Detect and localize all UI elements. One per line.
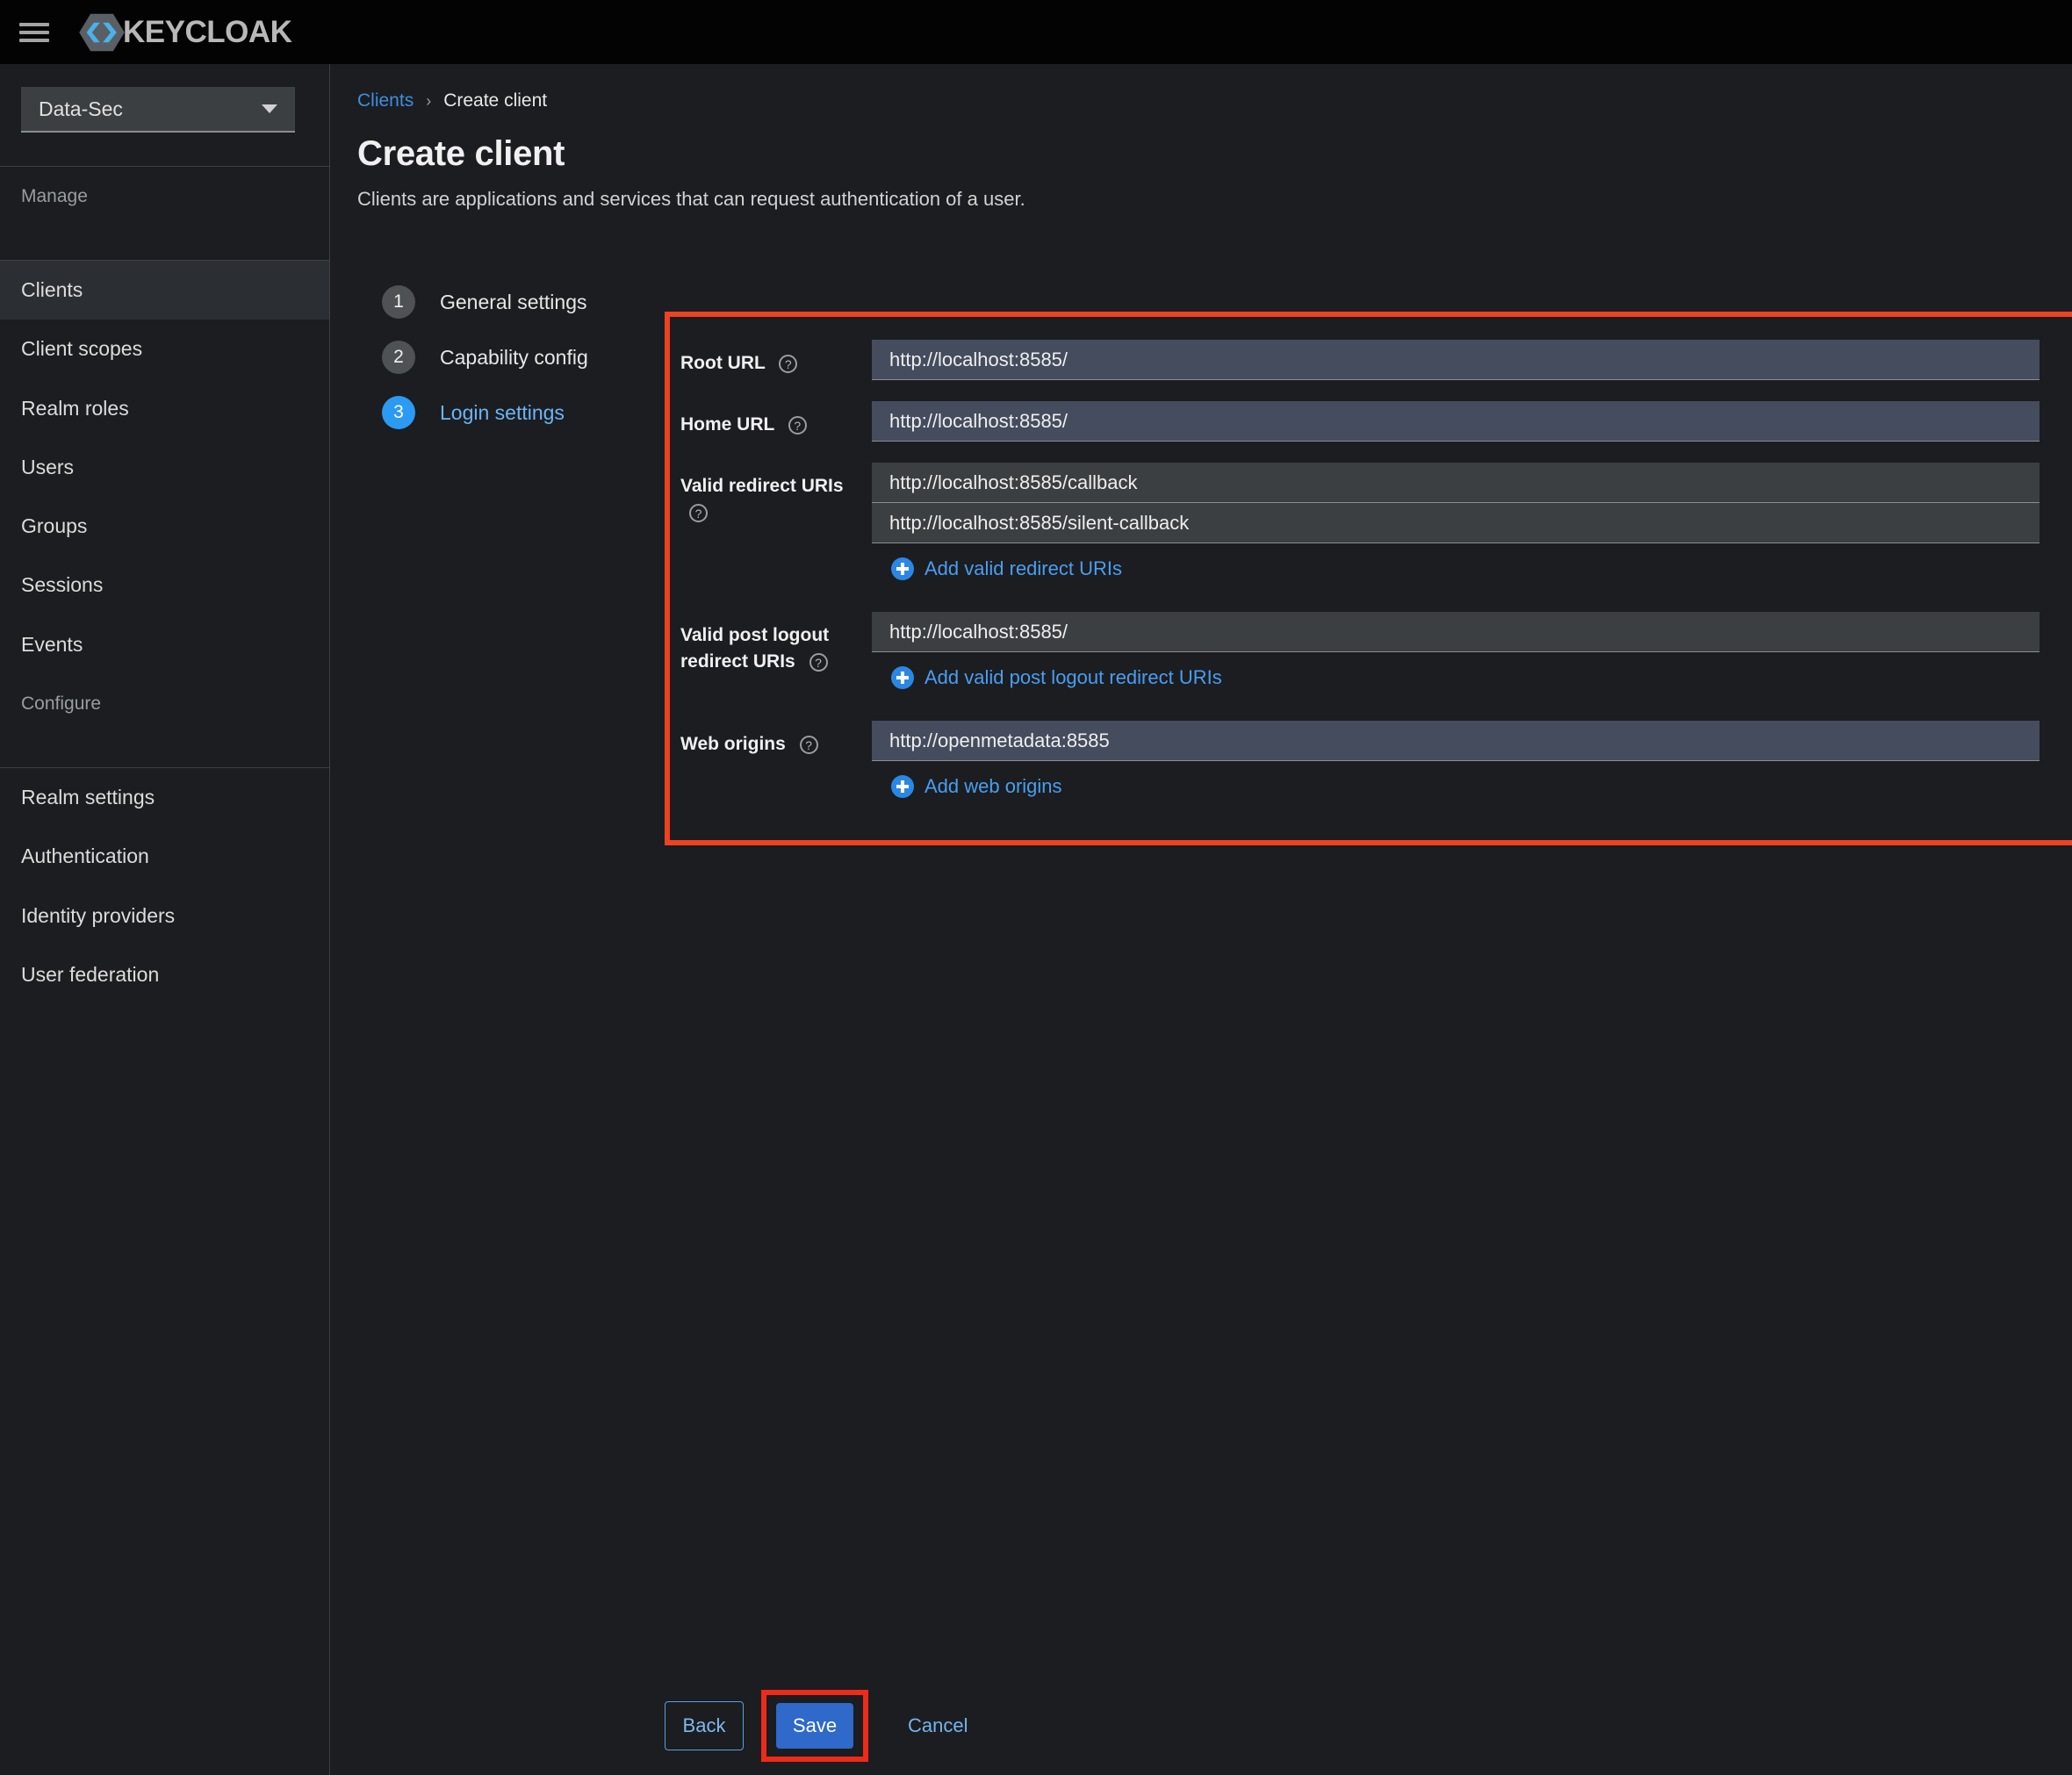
save-button[interactable]: Save — [776, 1703, 853, 1749]
home-url-label: Home URL — [680, 414, 774, 435]
home-url-input[interactable] — [872, 401, 2040, 442]
web-origins-row — [872, 721, 2072, 761]
field-row-valid-post-logout-redirect-uris: Valid post logout redirect URIs ? Add va… — [670, 612, 2072, 689]
login-settings-form: Root URL ? Home URL ? — [670, 317, 2072, 840]
wizard-step-number: 1 — [382, 285, 415, 319]
add-valid-post-logout-redirect-uris-label: Add valid post logout redirect URIs — [924, 666, 1222, 688]
sidebar-item-authentication[interactable]: Authentication — [0, 827, 329, 886]
valid-redirect-uris-label: Valid redirect URIs — [680, 476, 844, 496]
valid-post-logout-redirect-uri-input-0[interactable] — [872, 612, 2040, 652]
sidebar-item-clients[interactable]: Clients — [0, 261, 329, 320]
root-url-label-wrap: Root URL ? — [670, 340, 872, 377]
plus-icon — [891, 557, 914, 580]
valid-post-logout-redirect-uris-label-line1: Valid post logout — [680, 625, 830, 645]
wizard-step-number: 3 — [382, 396, 415, 429]
valid-redirect-uri-input-0[interactable] — [872, 463, 2040, 503]
hamburger-icon[interactable] — [19, 19, 49, 46]
web-origins-input-0[interactable] — [872, 721, 2040, 761]
help-icon-web-origins[interactable]: ? — [799, 735, 818, 754]
page-subtitle: Clients are applications and services th… — [357, 188, 1025, 210]
save-button-annotation-box: Save — [761, 1690, 868, 1762]
home-url-label-wrap: Home URL ? — [670, 401, 872, 438]
back-button[interactable]: Back — [665, 1701, 744, 1750]
field-row-valid-redirect-uris: Valid redirect URIs ? Add valid redirect — [670, 463, 2072, 580]
add-web-origins-label: Add web origins — [924, 775, 1062, 797]
valid-post-logout-redirect-uri-row — [872, 612, 2072, 652]
valid-redirect-uris-label-wrap: Valid redirect URIs ? — [670, 463, 872, 527]
page-title: Create client — [357, 134, 565, 173]
add-web-origins-button[interactable]: Add web origins — [891, 775, 2072, 798]
chevron-down-icon — [262, 104, 277, 113]
field-row-home-url: Home URL ? — [670, 401, 2072, 442]
help-icon-valid-redirect-uris[interactable]: ? — [689, 504, 708, 523]
sidebar-item-user-federation[interactable]: User federation — [0, 945, 329, 1004]
home-url-control — [872, 401, 2072, 442]
breadcrumb: Clients › Create client — [331, 64, 2072, 111]
sidebar-item-events[interactable]: Events — [0, 615, 329, 674]
breadcrumb-link-clients[interactable]: Clients — [357, 90, 414, 111]
help-icon-valid-post-logout-redirect-uris[interactable]: ? — [809, 653, 828, 672]
add-valid-redirect-uris-label: Add valid redirect URIs — [924, 557, 1122, 579]
nav-section-manage-title: Manage — [21, 186, 88, 206]
field-row-root-url: Root URL ? — [670, 340, 2072, 380]
help-icon-home-url[interactable]: ? — [788, 415, 807, 435]
main-content: Clients › Create client Create client Cl… — [331, 64, 2072, 1775]
realm-selector-wrapper: Data-Sec — [0, 64, 329, 133]
wizard-step-number: 2 — [382, 341, 415, 374]
sidebar-item-users[interactable]: Users — [0, 438, 329, 497]
add-valid-post-logout-redirect-uris-button[interactable]: Add valid post logout redirect URIs — [891, 666, 2072, 689]
sidebar-item-client-scopes[interactable]: Client scopes — [0, 320, 329, 378]
web-origins-control: Add web origins — [872, 721, 2072, 798]
login-settings-form-annotation-box: Root URL ? Home URL ? — [665, 312, 2072, 845]
breadcrumb-current: Create client — [443, 90, 548, 111]
nav-section-configure-title: Configure — [21, 693, 102, 715]
valid-post-logout-redirect-uris-control: Add valid post logout redirect URIs — [872, 612, 2072, 689]
valid-post-logout-redirect-uris-label-line2: redirect URIs — [680, 651, 795, 672]
sidebar-item-sessions[interactable]: Sessions — [0, 556, 329, 614]
sidebar-item-realm-roles[interactable]: Realm roles — [0, 379, 329, 438]
valid-redirect-uri-row — [872, 463, 2072, 503]
masthead: KEYCLOAK — [0, 0, 2072, 64]
sidebar-item-groups[interactable]: Groups — [0, 497, 329, 556]
root-url-label: Root URL — [680, 353, 766, 373]
web-origins-label: Web origins — [680, 734, 786, 754]
sidebar-item-identity-providers[interactable]: Identity providers — [0, 887, 329, 945]
wizard-step-label: Login settings — [440, 400, 565, 424]
wizard-step-label: Capability config — [440, 345, 588, 369]
breadcrumb-separator-icon: › — [426, 91, 432, 110]
realm-selector[interactable]: Data-Sec — [21, 87, 295, 133]
form-actions: Back Save Cancel — [665, 1690, 968, 1762]
wizard-step-label: General settings — [440, 290, 587, 313]
help-icon-root-url[interactable]: ? — [779, 354, 798, 373]
plus-icon — [891, 666, 914, 689]
root-url-input[interactable] — [872, 340, 2040, 380]
realm-selected-name: Data-Sec — [39, 97, 123, 120]
valid-post-logout-redirect-uris-label-wrap: Valid post logout redirect URIs ? — [670, 612, 872, 676]
root-url-control — [872, 340, 2072, 380]
brand-logo-link[interactable]: KEYCLOAK — [77, 8, 292, 57]
valid-redirect-uris-control: Add valid redirect URIs — [872, 463, 2072, 580]
web-origins-label-wrap: Web origins ? — [670, 721, 872, 758]
valid-redirect-uri-row — [872, 503, 2072, 543]
field-row-web-origins: Web origins ? Add web origins — [670, 721, 2072, 798]
sidebar-item-realm-settings[interactable]: Realm settings — [0, 768, 329, 827]
keycloak-logo-icon — [79, 13, 125, 51]
home-url-input-row — [872, 401, 2072, 442]
cancel-button[interactable]: Cancel — [908, 1714, 968, 1737]
root-url-input-row — [872, 340, 2072, 380]
sidebar: Data-Sec Manage Clients Client scopes Re… — [0, 64, 330, 1775]
plus-icon — [891, 775, 914, 798]
add-valid-redirect-uris-button[interactable]: Add valid redirect URIs — [891, 557, 2072, 580]
brand-text: KEYCLOAK — [123, 14, 292, 49]
valid-redirect-uri-input-1[interactable] — [872, 503, 2040, 543]
